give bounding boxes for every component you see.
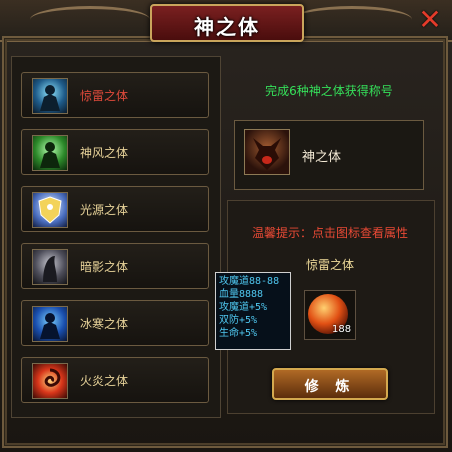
shadow-figure-icon — [32, 249, 68, 285]
reward-title-name: 神之体 — [302, 150, 342, 165]
wind-figure-icon — [32, 135, 68, 171]
list-item-shadow[interactable]: 暗影之体 — [21, 243, 209, 289]
list-item-label: 冰寒之体 — [80, 317, 129, 331]
ornament-right — [292, 6, 412, 33]
list-item-label: 光源之体 — [80, 203, 129, 217]
window-title: 神之体 — [194, 15, 260, 39]
orb-count: 188 — [332, 324, 352, 335]
tooltip-line: 血量8888 — [219, 289, 264, 300]
light-shield-icon — [32, 192, 68, 228]
god-body-title-icon[interactable] — [244, 129, 290, 175]
selected-body-name: 惊雷之体 — [305, 258, 354, 272]
thunder-figure-icon — [32, 78, 68, 114]
list-item-label: 神风之体 — [80, 146, 129, 160]
list-item-label: 暗影之体 — [80, 260, 129, 274]
list-item-label: 火炎之体 — [80, 374, 129, 388]
list-item-ice[interactable]: 冰寒之体 — [21, 300, 209, 346]
tooltip-line: 双防+5% — [219, 315, 258, 326]
fire-swirl-icon — [32, 363, 68, 399]
tooltip-line: 攻魔道+5% — [219, 302, 268, 313]
list-item-thunder[interactable]: 惊雷之体 — [21, 72, 209, 118]
close-button[interactable]: ✕ — [416, 6, 444, 34]
reward-hint: 完成6种神之体获得称号 — [265, 84, 393, 98]
list-item-label: 惊雷之体 — [80, 89, 129, 103]
tooltip-line: 生命+5% — [219, 328, 258, 339]
warm-hint: 温馨提示：点击图标查看属性 — [251, 226, 408, 240]
attribute-tooltip: 攻魔道88-88 血量8888 攻魔道+5% 双防+5% 生命+5% — [215, 272, 291, 350]
list-item-light[interactable]: 光源之体 — [21, 186, 209, 232]
title-plaque: 神之体 — [150, 4, 304, 42]
ornament-left — [30, 6, 150, 33]
cultivate-button-label: 修 炼 — [304, 379, 356, 395]
list-item-wind[interactable]: 神风之体 — [21, 129, 209, 175]
tooltip-line: 攻魔道88-88 — [219, 276, 280, 287]
ice-figure-icon — [32, 306, 68, 342]
cultivate-button[interactable]: 修 炼 — [272, 368, 388, 400]
list-item-fire[interactable]: 火炎之体 — [21, 357, 209, 403]
